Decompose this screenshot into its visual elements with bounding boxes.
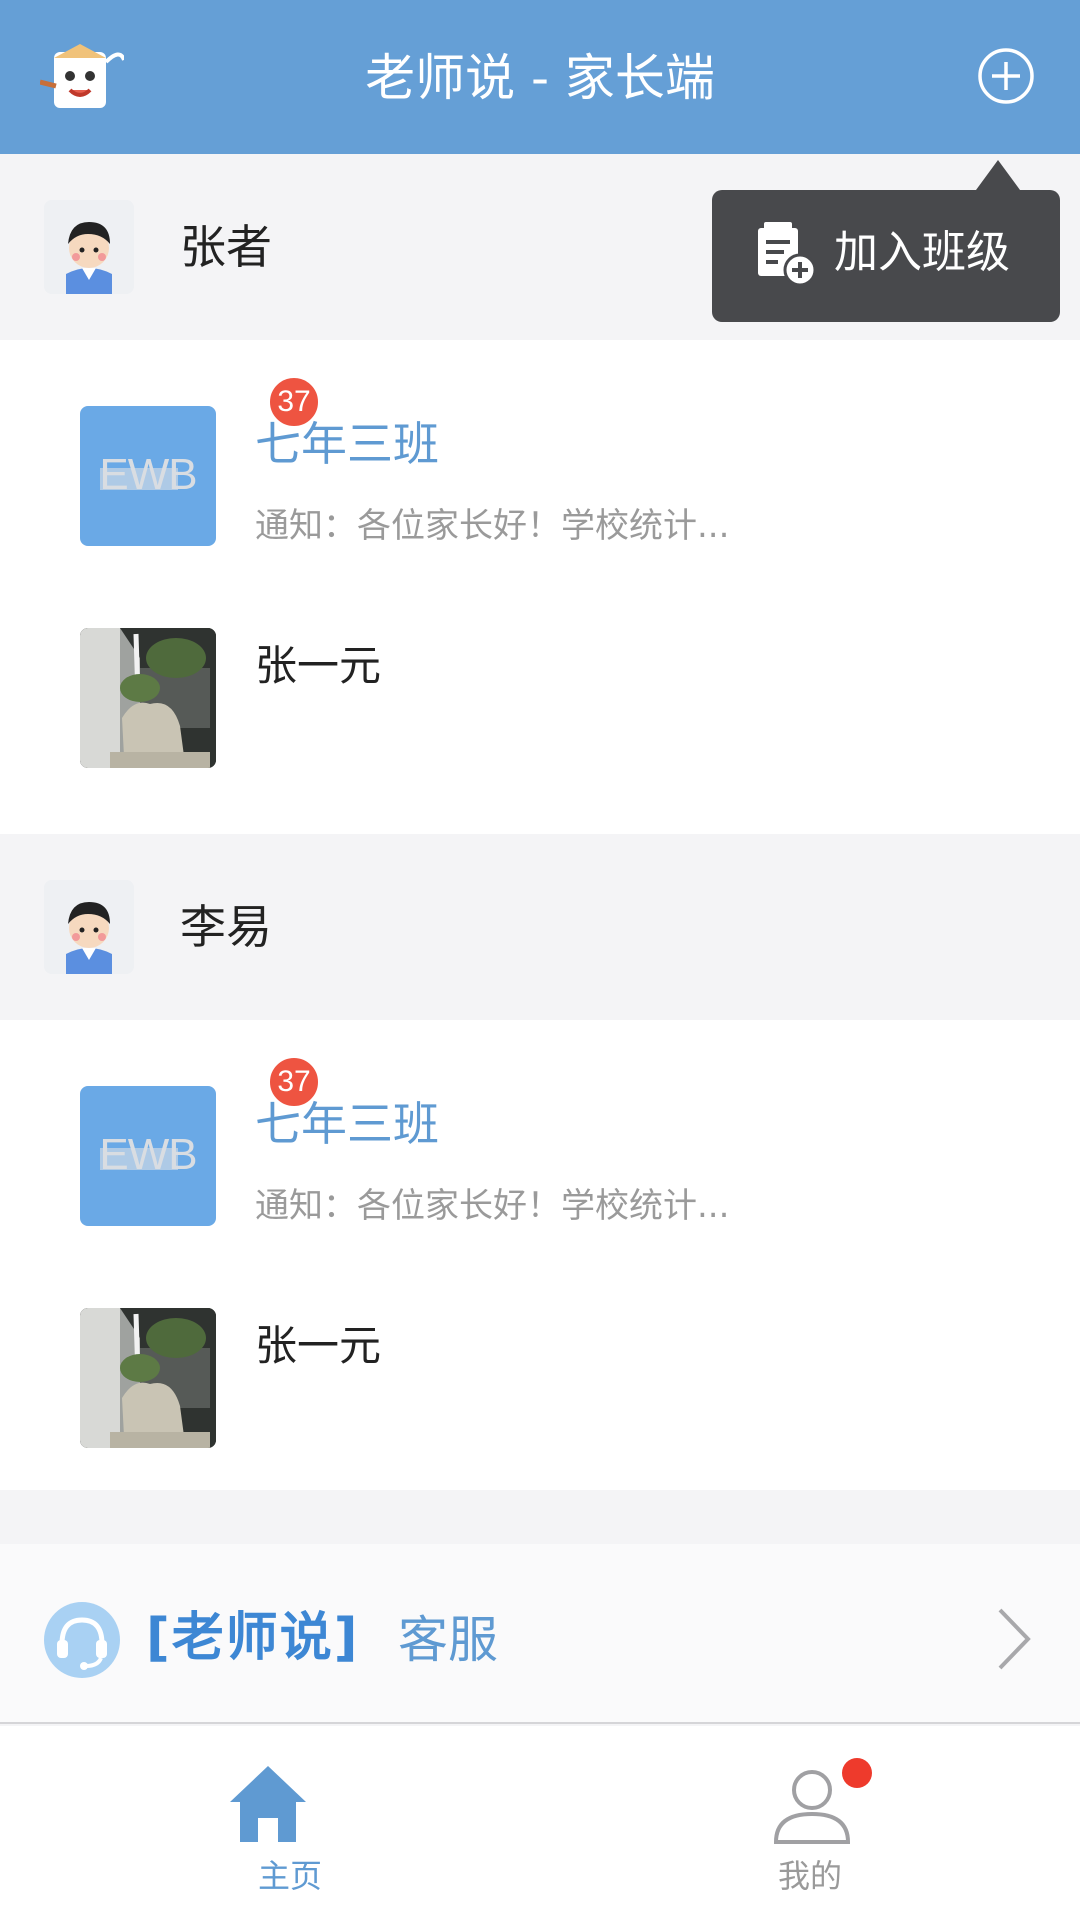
- class-thumbnail: EWB 37: [80, 376, 320, 546]
- child-row[interactable]: 张一元: [0, 628, 1080, 808]
- class-notice: 通知：各位家长好！学校统计...: [255, 1186, 730, 1226]
- home-icon: [230, 1766, 306, 1842]
- student-card: EWB 37 七年三班 通知：各位家长好！学校统计... 张一元: [0, 1020, 1080, 1490]
- tab-mine[interactable]: 我的: [660, 1726, 960, 1920]
- chevron-right-icon: [998, 1608, 1031, 1670]
- class-row[interactable]: EWB 37 七年三班 通知：各位家长好！学校统计...: [0, 376, 1080, 586]
- tab-home[interactable]: 主页: [120, 1726, 420, 1920]
- class-thumbnail: EWB 37: [80, 1056, 320, 1226]
- app-header: 老师说 - 家长端: [0, 0, 1080, 154]
- class-thumb-text: EWB: [99, 1130, 197, 1179]
- plus-circle-icon[interactable]: [976, 46, 1036, 106]
- child-name: 张一元: [255, 641, 382, 690]
- child-photo: [80, 1308, 216, 1448]
- student-avatar-icon: [44, 200, 134, 294]
- popover-arrow: [976, 160, 1020, 190]
- join-class-icon: [758, 222, 816, 286]
- headset-icon: [44, 1602, 120, 1678]
- join-class-label: 加入班级: [834, 227, 1010, 278]
- class-notice: 通知：各位家长好！学校统计...: [255, 506, 730, 546]
- child-photo: [80, 628, 216, 768]
- tab-home-label: 主页: [257, 1857, 322, 1895]
- class-row[interactable]: EWB 37 七年三班 通知：各位家长好！学校统计...: [0, 1056, 1080, 1266]
- class-name: 七年三班: [255, 417, 439, 471]
- notification-dot: [842, 1758, 872, 1788]
- page-title: 老师说 - 家长端: [365, 49, 715, 107]
- tab-bar: 主页 我的: [0, 1726, 1080, 1920]
- student-avatar-icon: [44, 880, 134, 974]
- child-row[interactable]: 张一元: [0, 1308, 1080, 1488]
- class-thumb-text: EWB: [99, 450, 197, 499]
- service-label: 客服: [398, 1611, 498, 1669]
- student-name: 李易: [180, 900, 272, 954]
- tab-mine-label: 我的: [777, 1857, 842, 1895]
- service-brand: [老师说]: [146, 1608, 360, 1668]
- join-class-popover[interactable]: 加入班级: [712, 160, 1060, 322]
- student-card: EWB 37 七年三班 通知：各位家长好！学校统计... 张一元: [0, 340, 1080, 834]
- student-header[interactable]: 李易: [0, 834, 1080, 1020]
- class-name: 七年三班: [255, 1097, 439, 1151]
- child-name: 张一元: [255, 1321, 382, 1370]
- student-name: 张者: [180, 220, 272, 274]
- customer-service-row[interactable]: [老师说] 客服: [0, 1544, 1080, 1724]
